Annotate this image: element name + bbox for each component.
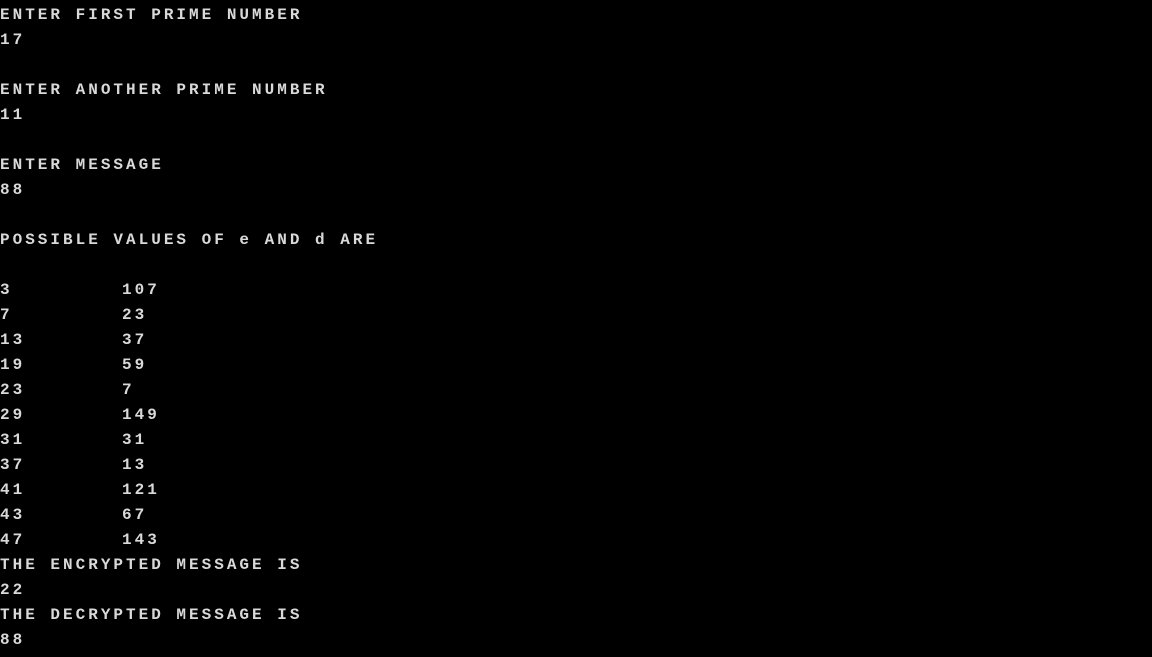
e-d-pair-row: 19 59 — [0, 353, 1152, 378]
e-value: 43 — [0, 506, 26, 524]
input-first-prime: 17 — [0, 31, 26, 49]
decrypted-value: 88 — [0, 631, 26, 649]
input-second-prime: 11 — [0, 106, 26, 124]
e-d-pair-row: 43 67 — [0, 503, 1152, 528]
e-value: 31 — [0, 431, 26, 449]
d-value: 107 — [122, 281, 160, 299]
e-value: 29 — [0, 406, 26, 424]
d-value: 31 — [122, 431, 148, 449]
console-output: ENTER FIRST PRIME NUMBER 17 ENTER ANOTHE… — [0, 3, 1152, 653]
decrypted-label: THE DECRYPTED MESSAGE IS — [0, 606, 303, 624]
encrypted-value: 22 — [0, 581, 26, 599]
e-value: 41 — [0, 481, 26, 499]
e-value: 3 — [0, 281, 13, 299]
e-value: 13 — [0, 331, 26, 349]
e-d-pair-row: 31 31 — [0, 428, 1152, 453]
e-value: 37 — [0, 456, 26, 474]
prompt-first-prime: ENTER FIRST PRIME NUMBER — [0, 6, 303, 24]
d-value: 13 — [122, 456, 148, 474]
e-value: 23 — [0, 381, 26, 399]
e-d-pair-row: 3 107 — [0, 278, 1152, 303]
d-value: 59 — [122, 356, 148, 374]
d-value: 149 — [122, 406, 160, 424]
d-value: 121 — [122, 481, 160, 499]
d-value: 143 — [122, 531, 160, 549]
prompt-second-prime: ENTER ANOTHER PRIME NUMBER — [0, 81, 328, 99]
values-header: POSSIBLE VALUES OF e AND d ARE — [0, 231, 379, 249]
e-value: 47 — [0, 531, 26, 549]
e-d-pair-row: 47 143 — [0, 528, 1152, 553]
prompt-message: ENTER MESSAGE — [0, 156, 164, 174]
input-message: 88 — [0, 181, 26, 199]
e-d-pair-row: 13 37 — [0, 328, 1152, 353]
d-value: 37 — [122, 331, 148, 349]
e-d-pair-row: 41 121 — [0, 478, 1152, 503]
d-value: 67 — [122, 506, 148, 524]
e-value: 7 — [0, 306, 13, 324]
e-d-pair-row: 37 13 — [0, 453, 1152, 478]
d-value: 23 — [122, 306, 148, 324]
e-d-pair-row: 7 23 — [0, 303, 1152, 328]
e-d-pair-row: 29 149 — [0, 403, 1152, 428]
encrypted-label: THE ENCRYPTED MESSAGE IS — [0, 556, 303, 574]
e-value: 19 — [0, 356, 26, 374]
e-d-pair-row: 23 7 — [0, 378, 1152, 403]
d-value: 7 — [122, 381, 135, 399]
e-d-pairs-list: 3 107 7 23 13 37 19 59 23 7 29 149 31 31… — [0, 278, 1152, 553]
